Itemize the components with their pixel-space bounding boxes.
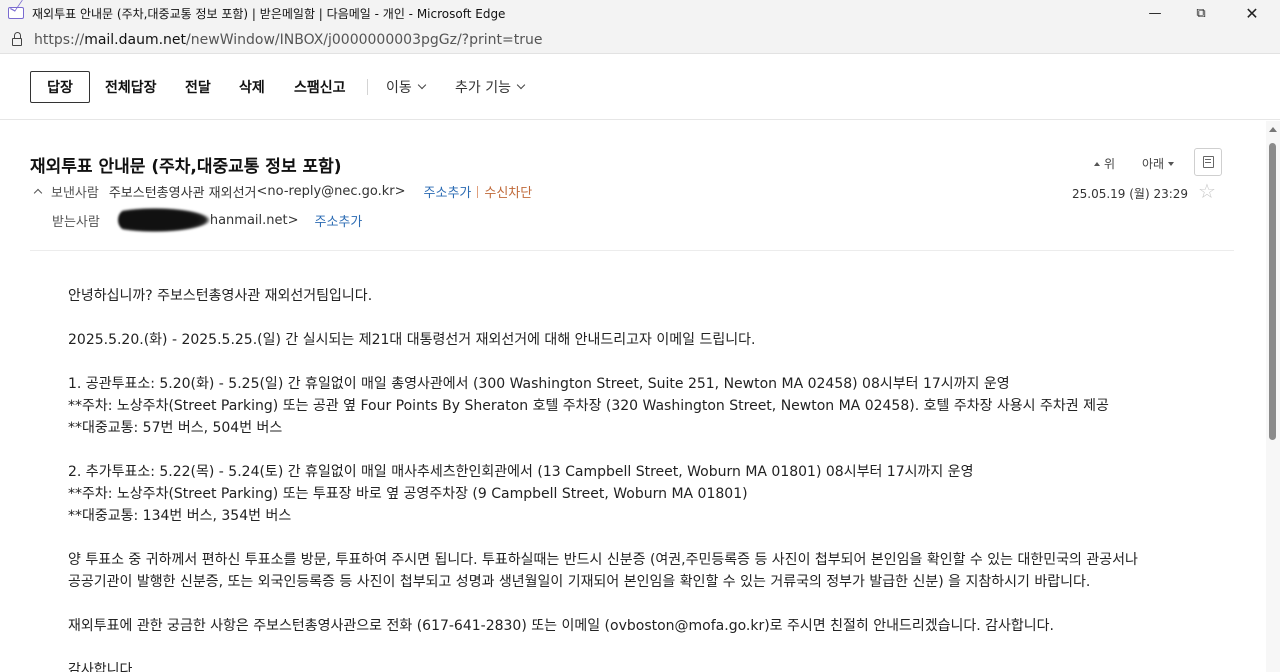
star-icon[interactable]: ☆ bbox=[1198, 179, 1216, 203]
close-button[interactable]: ✕ bbox=[1224, 0, 1280, 26]
body-line: 재외투표에 관한 궁금한 사항은 주보스턴총영사관으로 전화 (617-641-… bbox=[68, 618, 1054, 634]
body-line: 1. 공관투표소: 5.20(화) - 5.25(일) 간 휴일없이 매일 총영… bbox=[68, 376, 1010, 392]
add-contact-link[interactable]: 주소추가 bbox=[424, 182, 472, 201]
body-line: **주차: 노상주차(Street Parking) 또는 공관 옆 Four … bbox=[68, 398, 1109, 414]
triangle-down-icon bbox=[1168, 162, 1175, 166]
reply-all-button[interactable]: 전체답장 bbox=[105, 71, 157, 103]
print-button[interactable] bbox=[1194, 148, 1222, 176]
body-line: 양 투표소 중 귀하께서 편하신 투표소를 방문, 투표하여 주시면 됩니다. … bbox=[68, 552, 1138, 568]
recipient-label: 받는사람 bbox=[52, 214, 100, 230]
body-line: **대중교통: 57번 버스, 504번 버스 bbox=[68, 420, 283, 436]
maximize-button[interactable]: ⧉ bbox=[1178, 0, 1224, 26]
body-line: 2025.5.20.(화) - 2025.5.25.(일) 간 실시되는 제21… bbox=[68, 332, 756, 348]
header-divider bbox=[30, 250, 1234, 251]
chevron-down-icon bbox=[417, 80, 427, 90]
lock-icon[interactable] bbox=[12, 31, 22, 46]
received-date: 25.05.19 (월) 23:29 bbox=[1072, 187, 1189, 201]
body-line: 감사합니다 bbox=[68, 662, 133, 672]
sender-label: 보낸사람 bbox=[51, 186, 99, 201]
vertical-scrollbar[interactable] bbox=[1266, 121, 1280, 672]
chevron-up-icon[interactable] bbox=[33, 188, 43, 198]
body-line: 2. 추가투표소: 5.22(목) - 5.24(토) 간 휴일없이 매일 매사… bbox=[68, 464, 974, 480]
window-title: 재외투표 안내문 (주차,대중교통 정보 포함) | 받은메일함 | 다음메일 … bbox=[32, 6, 506, 21]
mail-subject: 재외투표 안내문 (주차,대중교통 정보 포함) bbox=[30, 157, 342, 177]
toolbar-separator bbox=[367, 79, 368, 95]
url-prefix: https:// bbox=[34, 31, 85, 48]
body-line: 공공기관이 발행한 신분증, 또는 외국인등록증 등 사진이 첩부되고 성명과 … bbox=[68, 574, 1091, 590]
more-menu[interactable]: 추가 기능 bbox=[455, 71, 526, 103]
add-contact-link[interactable]: 주소추가 bbox=[315, 211, 363, 230]
next-mail-label: 아래 bbox=[1142, 157, 1165, 171]
body-line: **주차: 노상주차(Street Parking) 또는 투표장 바로 옆 공… bbox=[68, 486, 748, 502]
scroll-thumb[interactable] bbox=[1269, 143, 1276, 440]
reply-button[interactable]: 답장 bbox=[30, 71, 90, 103]
minimize-button[interactable]: — bbox=[1132, 0, 1178, 26]
url-path: /newWindow/INBOX/j0000000003pgGz/?print=… bbox=[186, 31, 543, 48]
print-icon bbox=[1202, 156, 1214, 168]
sender-email[interactable]: <no-reply@nec.go.kr> bbox=[257, 184, 406, 199]
mail-body: 안녕하십니까? 주보스턴총영사관 재외선거팀입니다. 2025.5.20.(화) … bbox=[68, 285, 1258, 672]
window-controls: — ⧉ ✕ bbox=[1132, 0, 1280, 26]
next-mail-button[interactable]: 아래 bbox=[1142, 155, 1175, 172]
address-bar[interactable]: https://mail.daum.net/newWindow/INBOX/j0… bbox=[0, 26, 1280, 54]
mail-toolbar: 답장 전체답장 전달 삭제 스팸신고 이동 추가 기능 bbox=[0, 54, 1280, 120]
scroll-up-arrow-icon[interactable] bbox=[1269, 127, 1277, 132]
report-spam-button[interactable]: 스팸신고 bbox=[294, 71, 346, 103]
move-menu[interactable]: 이동 bbox=[386, 71, 427, 103]
recipient-row: 받는사람 hanmail.net> 주소추가 bbox=[52, 208, 362, 232]
sender-row: 보낸사람 주보스턴총영사관 재외선거 <no-reply@nec.go.kr> … bbox=[33, 182, 532, 201]
more-menu-label: 추가 기능 bbox=[455, 80, 511, 96]
delete-button[interactable]: 삭제 bbox=[239, 71, 265, 103]
url-host: mail.daum.net bbox=[84, 31, 187, 48]
triangle-up-icon bbox=[1094, 162, 1100, 166]
move-menu-label: 이동 bbox=[386, 80, 412, 96]
url-text[interactable]: https://mail.daum.net/newWindow/INBOX/j0… bbox=[34, 32, 542, 48]
mail-app-icon bbox=[8, 7, 24, 19]
window-title-bar: 재외투표 안내문 (주차,대중교통 정보 포함) | 받은메일함 | 다음메일 … bbox=[0, 0, 1280, 26]
body-line: **대중교통: 134번 버스, 354번 버스 bbox=[68, 508, 292, 524]
prev-mail-label: 위 bbox=[1104, 157, 1116, 171]
forward-button[interactable]: 전달 bbox=[185, 71, 211, 103]
recipient-email[interactable]: hanmail.net> bbox=[210, 213, 299, 228]
chevron-down-icon bbox=[516, 80, 526, 90]
body-line: 안녕하십니까? 주보스턴총영사관 재외선거팀입니다. bbox=[68, 288, 373, 304]
prev-mail-button[interactable]: 위 bbox=[1094, 155, 1115, 172]
redacted-scribble bbox=[117, 208, 210, 232]
sender-name[interactable]: 주보스턴총영사관 재외선거 bbox=[109, 182, 257, 201]
link-divider bbox=[477, 185, 479, 198]
block-sender-link[interactable]: 수신차단 bbox=[484, 182, 532, 201]
